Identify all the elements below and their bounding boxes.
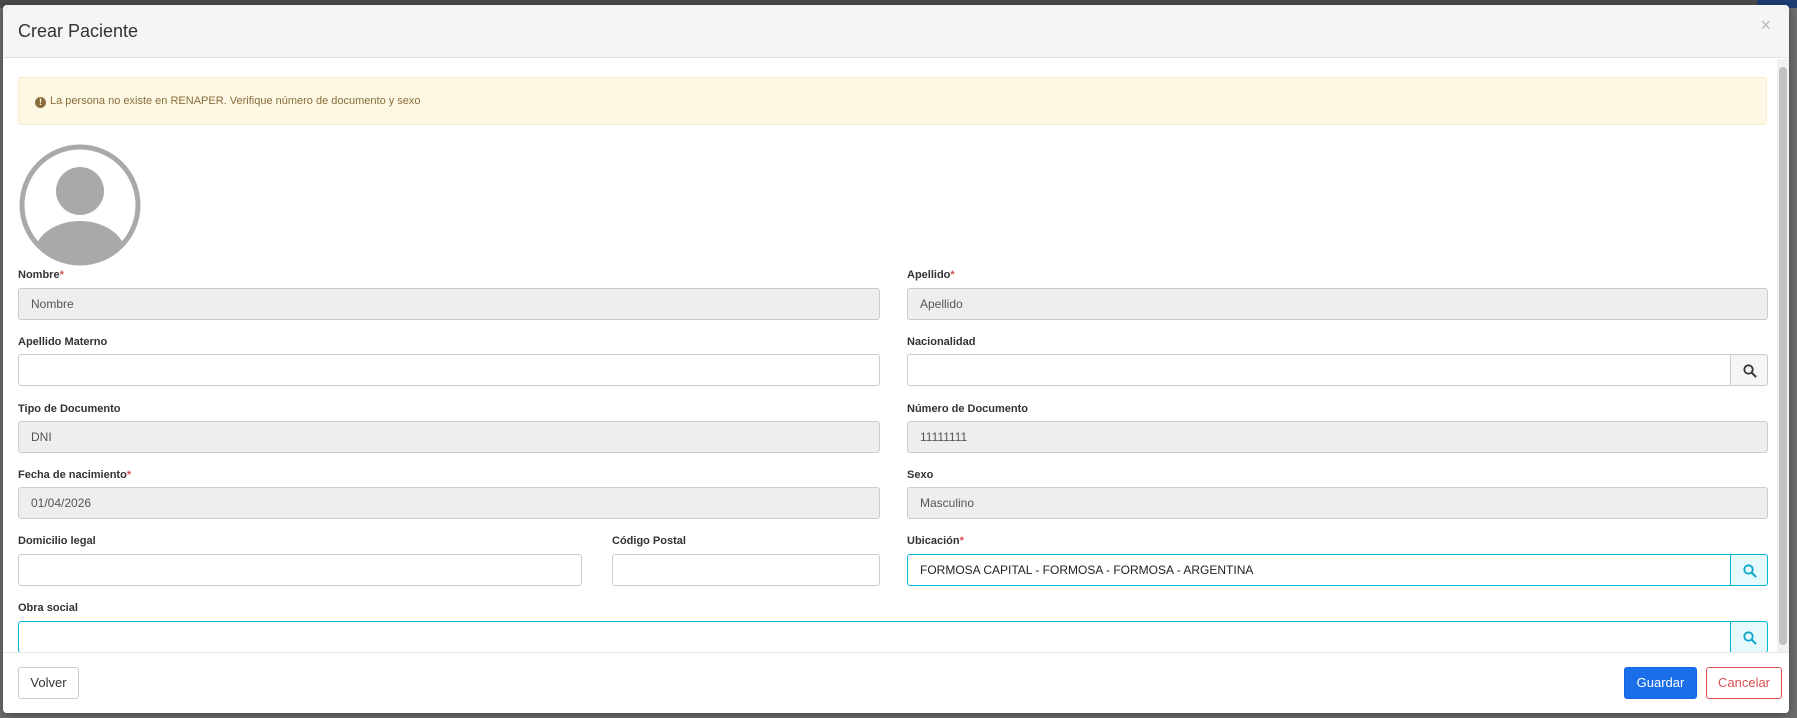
domicilio-legal-label: Domicilio legal (18, 535, 96, 547)
apellido-placeholder: Apellido (920, 297, 963, 311)
ubicacion-value: FORMOSA CAPITAL - FORMOSA - FORMOSA - AR… (920, 563, 1254, 577)
obra-social-search-button[interactable] (1730, 621, 1768, 652)
numero-documento-field[interactable]: 11111111 (907, 421, 1768, 453)
tipo-documento-field[interactable]: DNI (18, 421, 880, 453)
search-icon (1743, 564, 1757, 578)
ubicacion-field[interactable]: FORMOSA CAPITAL - FORMOSA - FORMOSA - AR… (907, 554, 1731, 586)
domicilio-legal-field[interactable] (18, 554, 582, 586)
create-patient-modal: Crear Paciente × ! La persona no existe e… (3, 5, 1789, 713)
search-icon (1743, 364, 1757, 378)
tipo-documento-label: Tipo de Documento (18, 403, 121, 415)
avatar-placeholder-icon (19, 144, 141, 266)
alert-message: La persona no existe en RENAPER. Verifiq… (50, 95, 421, 107)
numero-documento-label: Número de Documento (907, 403, 1029, 415)
modal-body: ! La persona no existe en RENAPER. Verifi… (3, 59, 1789, 652)
renaper-warning-alert: ! La persona no existe en RENAPER. Verifi… (18, 77, 1767, 125)
codigo-postal-label: Código Postal (612, 535, 686, 547)
codigo-postal-field[interactable] (612, 554, 880, 586)
sexo-field[interactable]: Masculino (907, 487, 1768, 519)
modal-footer: Volver Guardar Cancelar (3, 652, 1789, 713)
ubicacion-search-button[interactable] (1730, 554, 1768, 586)
obra-social-field[interactable] (18, 621, 1731, 652)
volver-button[interactable]: Volver (18, 667, 79, 699)
ubicacion-label: Ubicación* (907, 535, 964, 547)
nombre-field[interactable]: Nombre (18, 288, 880, 320)
nacionalidad-field[interactable] (907, 354, 1731, 386)
fecha-nacimiento-label: Fecha de nacimiento* (18, 469, 132, 481)
cancelar-button[interactable]: Cancelar (1706, 667, 1782, 699)
search-icon (1743, 631, 1757, 645)
nombre-placeholder: Nombre (31, 297, 74, 311)
modal-title: Crear Paciente (18, 21, 139, 41)
nacionalidad-search-button[interactable] (1730, 354, 1768, 386)
apellido-materno-field[interactable] (18, 354, 880, 386)
nombre-label: Nombre* (18, 269, 64, 281)
obra-social-label: Obra social (18, 602, 78, 614)
nacionalidad-label: Nacionalidad (907, 336, 976, 348)
sexo-label: Sexo (907, 469, 934, 481)
fecha-nacimiento-field[interactable]: 01/04/2026 (18, 487, 880, 519)
apellido-materno-label: Apellido Materno (18, 336, 108, 348)
apellido-field[interactable]: Apellido (907, 288, 1768, 320)
exclamation-circle-icon: ! (35, 97, 46, 108)
apellido-label: Apellido* (907, 269, 955, 281)
close-icon[interactable]: × (1760, 15, 1771, 36)
modal-header: Crear Paciente × (3, 5, 1789, 58)
guardar-button[interactable]: Guardar (1624, 667, 1697, 699)
